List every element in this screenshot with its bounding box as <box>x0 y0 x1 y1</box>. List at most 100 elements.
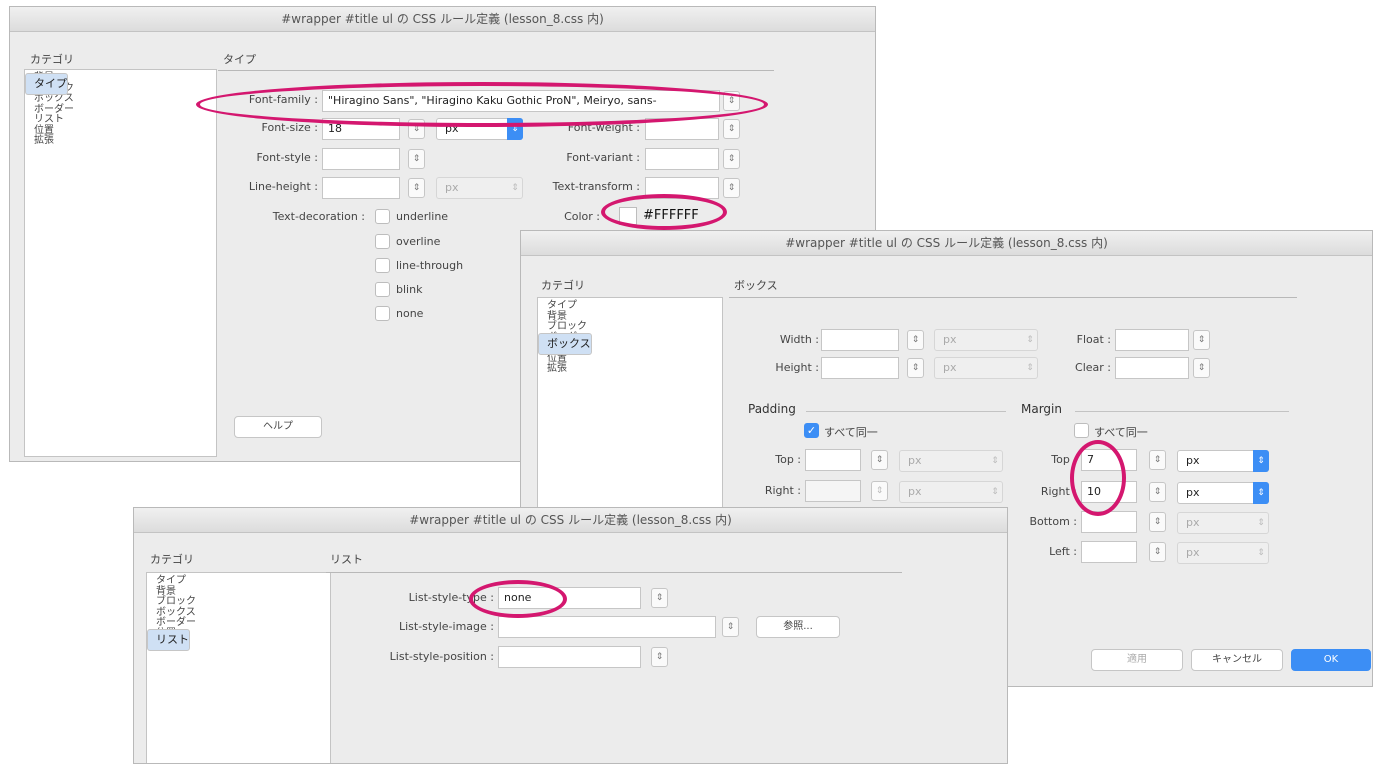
clear-field[interactable] <box>1115 357 1189 379</box>
category-item-list[interactable]: リスト <box>147 628 190 651</box>
chevron-updown-icon: ⇕ <box>1026 363 1034 373</box>
margin-left-unit-select[interactable]: px ⇕ <box>1177 542 1269 564</box>
font-weight-dropdown[interactable]: ⇕ <box>723 119 740 139</box>
list-style-type-field[interactable]: none <box>498 587 641 609</box>
margin-left-stepper[interactable]: ⇕ <box>1149 542 1166 562</box>
height-unit-select[interactable]: px ⇕ <box>934 357 1038 379</box>
font-family-dropdown[interactable]: ⇕ <box>723 91 740 111</box>
margin-bottom-unit-select[interactable]: px ⇕ <box>1177 512 1269 534</box>
category-item-box[interactable]: ボックス <box>538 332 592 355</box>
font-size-unit-select[interactable]: px ⇕ <box>436 118 523 140</box>
margin-top-stepper[interactable]: ⇕ <box>1149 450 1166 470</box>
cancel-button[interactable]: キャンセル <box>1191 649 1283 671</box>
margin-same-checkbox[interactable] <box>1074 423 1089 438</box>
padding-right-field[interactable] <box>805 480 861 502</box>
list-style-image-field[interactable] <box>498 616 716 638</box>
text-transform-dropdown[interactable]: ⇕ <box>723 178 740 198</box>
chevron-updown-icon: ⇕ <box>991 487 999 497</box>
chevron-updown-icon: ⇕ <box>1257 548 1265 558</box>
category-item-type[interactable]: タイプ <box>147 575 330 587</box>
category-item-extension[interactable]: 拡張 <box>25 135 216 147</box>
ok-button[interactable]: OK <box>1291 649 1371 671</box>
list-style-image-dropdown[interactable]: ⇕ <box>722 617 739 637</box>
padding-top-field[interactable] <box>805 449 861 471</box>
color-swatch[interactable] <box>619 207 637 225</box>
chevron-updown-icon: ⇕ <box>1253 450 1269 472</box>
height-field[interactable] <box>821 357 899 379</box>
margin-left-field[interactable] <box>1081 541 1137 563</box>
list-style-type-dropdown[interactable]: ⇕ <box>651 588 668 608</box>
padding-same-checkbox[interactable]: ✓ <box>804 423 819 438</box>
category-label: カテゴリ <box>150 553 194 566</box>
overline-label: overline <box>396 235 441 248</box>
height-unit-value: px <box>943 361 957 374</box>
category-item-type[interactable]: タイプ <box>25 73 68 95</box>
margin-top-label: Top : <box>1051 453 1077 466</box>
font-weight-field[interactable] <box>645 118 719 140</box>
help-button[interactable]: ヘルプ <box>234 416 322 438</box>
none-checkbox[interactable] <box>375 306 390 321</box>
padding-right-unit-select[interactable]: px ⇕ <box>899 481 1003 503</box>
blink-label: blink <box>396 283 423 296</box>
overline-checkbox[interactable] <box>375 234 390 249</box>
section-divider <box>218 70 774 71</box>
category-item-box[interactable]: ボックス <box>25 93 216 105</box>
float-dropdown[interactable]: ⇕ <box>1193 330 1210 350</box>
category-item-type[interactable]: タイプ <box>538 300 722 312</box>
browse-button[interactable]: 参照... <box>756 616 840 638</box>
padding-group-line <box>806 411 1006 412</box>
margin-right-stepper[interactable]: ⇕ <box>1149 482 1166 502</box>
font-style-label: Font-style : <box>256 151 319 164</box>
line-height-unit-select[interactable]: px ⇕ <box>436 177 523 199</box>
font-style-field[interactable] <box>322 148 400 170</box>
font-variant-dropdown[interactable]: ⇕ <box>723 149 740 169</box>
clear-dropdown[interactable]: ⇕ <box>1193 358 1210 378</box>
font-family-field[interactable]: "Hiragino Sans", "Hiragino Kaku Gothic P… <box>322 90 720 112</box>
font-size-stepper[interactable]: ⇕ <box>408 119 425 139</box>
color-value[interactable]: #FFFFFF <box>643 208 699 223</box>
line-height-unit-value: px <box>445 181 459 194</box>
font-variant-field[interactable] <box>645 148 719 170</box>
padding-right-stepper[interactable]: ⇕ <box>871 481 888 501</box>
margin-right-label: Right : <box>1040 485 1077 498</box>
category-item-border[interactable]: ボーダー <box>147 617 330 629</box>
font-weight-label: Font-weight : <box>567 121 640 134</box>
margin-right-unit-select[interactable]: px ⇕ <box>1177 482 1269 504</box>
list-style-position-dropdown[interactable]: ⇕ <box>651 647 668 667</box>
list-style-position-field[interactable] <box>498 646 641 668</box>
line-height-stepper[interactable]: ⇕ <box>408 178 425 198</box>
margin-top-unit-select[interactable]: px ⇕ <box>1177 450 1269 472</box>
line-height-field[interactable] <box>322 177 400 199</box>
dialog-titlebar: #wrapper #title ul の CSS ルール定義 (lesson_8… <box>10 7 875 32</box>
apply-button[interactable]: 適用 <box>1091 649 1183 671</box>
chevron-updown-icon: ⇕ <box>511 183 519 193</box>
blink-checkbox[interactable] <box>375 282 390 297</box>
padding-top-stepper[interactable]: ⇕ <box>871 450 888 470</box>
margin-bottom-field[interactable] <box>1081 511 1137 533</box>
category-item-extension[interactable]: 拡張 <box>538 363 722 375</box>
width-stepper[interactable]: ⇕ <box>907 330 924 350</box>
margin-right-field[interactable]: 10 <box>1081 481 1137 503</box>
list-style-image-label: List-style-image : <box>398 620 494 633</box>
width-field[interactable] <box>821 329 899 351</box>
float-field[interactable] <box>1115 329 1189 351</box>
font-size-field[interactable]: 18 <box>322 118 400 140</box>
margin-bottom-stepper[interactable]: ⇕ <box>1149 512 1166 532</box>
height-stepper[interactable]: ⇕ <box>907 358 924 378</box>
category-item-block[interactable]: ブロック <box>147 596 330 608</box>
category-list: タイプ 背景 ブロック ボックス ボーダー リスト 位置 拡張 <box>24 69 217 457</box>
margin-right-unit-value: px <box>1186 486 1200 499</box>
text-transform-field[interactable] <box>645 177 719 199</box>
margin-group-line <box>1075 411 1289 412</box>
padding-top-unit-select[interactable]: px ⇕ <box>899 450 1003 472</box>
font-style-dropdown[interactable]: ⇕ <box>408 149 425 169</box>
padding-top-unit-value: px <box>908 454 922 467</box>
category-item-list[interactable]: リスト <box>25 114 216 126</box>
line-through-checkbox[interactable] <box>375 258 390 273</box>
width-unit-select[interactable]: px ⇕ <box>934 329 1038 351</box>
padding-group-label: Padding <box>748 402 796 416</box>
category-item-block[interactable]: ブロック <box>538 321 722 333</box>
margin-top-field[interactable]: 7 <box>1081 449 1137 471</box>
category-label: カテゴリ <box>541 279 585 292</box>
underline-checkbox[interactable] <box>375 209 390 224</box>
